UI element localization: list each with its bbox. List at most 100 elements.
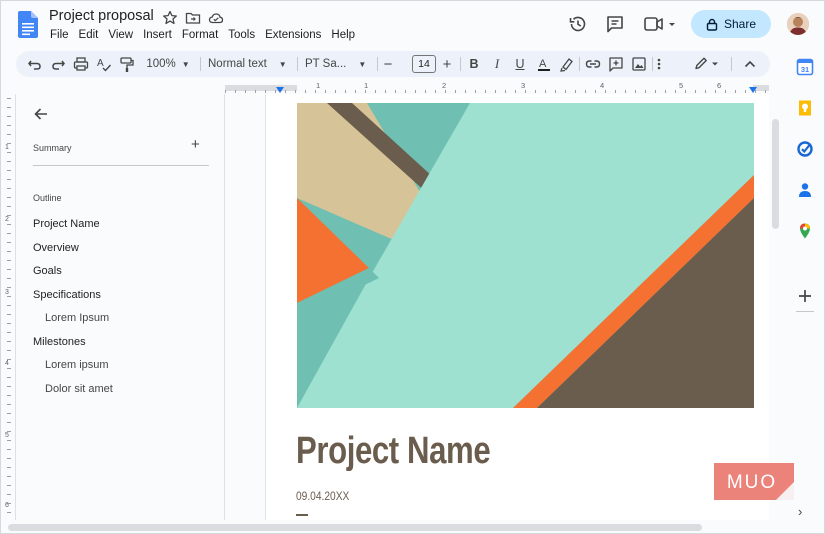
zoom-select[interactable]: 100% ▼ — [144, 51, 192, 77]
insert-link-icon[interactable] — [584, 51, 602, 77]
user-avatar[interactable] — [787, 13, 809, 35]
share-button[interactable]: Share — [691, 10, 771, 38]
ruler-tick — [7, 368, 11, 369]
ruler-number: 6 — [717, 81, 722, 90]
font-family-select[interactable]: PT Sa... ▼ — [305, 51, 371, 77]
paragraph-style-select[interactable]: Normal text ▼ — [208, 51, 290, 77]
spellcheck-icon[interactable]: A — [95, 51, 113, 77]
ruler-tick — [7, 206, 11, 207]
italic-button[interactable]: I — [489, 51, 505, 77]
calendar-icon[interactable]: 31 — [796, 58, 814, 76]
outline-item[interactable]: Overview — [17, 238, 225, 262]
comments-icon[interactable] — [604, 13, 626, 35]
maps-icon[interactable] — [796, 222, 814, 240]
back-arrow-icon[interactable] — [33, 106, 49, 122]
ruler-number: 3 — [5, 289, 9, 296]
ruler-tick — [425, 90, 426, 93]
menu-view[interactable]: View — [103, 28, 138, 46]
print-icon[interactable] — [72, 51, 90, 77]
left-indent-marker[interactable] — [276, 87, 284, 93]
paint-format-icon[interactable] — [118, 51, 136, 77]
document-title[interactable]: Project proposal — [49, 8, 154, 24]
menu-insert[interactable]: Insert — [138, 28, 177, 46]
version-history-icon[interactable] — [567, 13, 589, 35]
document-date[interactable]: 09.04.20XX — [296, 489, 349, 503]
ruler-number: 2 — [442, 81, 447, 90]
toolbar-divider — [731, 57, 732, 71]
ruler-tick — [365, 90, 366, 93]
horizontal-scrollbar[interactable] — [1, 520, 787, 533]
outline-item[interactable]: Lorem ipsum — [17, 355, 225, 379]
document-page[interactable]: Project Name 09.04.20XX — [266, 94, 769, 520]
chevron-right-icon[interactable]: › — [798, 504, 808, 519]
redo-icon[interactable] — [49, 51, 67, 77]
add-addon-icon[interactable] — [796, 287, 814, 305]
add-comment-icon[interactable] — [607, 51, 625, 77]
document-outline-panel: Summary + Outline Project Name Overview Go… — [17, 94, 225, 520]
ruler-tick — [395, 90, 396, 93]
outline-item[interactable]: Specifications — [17, 285, 225, 309]
right-indent-marker[interactable] — [749, 87, 757, 93]
horizontal-scrollbar-thumb[interactable] — [8, 524, 702, 531]
star-icon[interactable] — [162, 10, 178, 26]
tasks-icon[interactable] — [796, 140, 814, 158]
editing-mode-icon[interactable] — [692, 51, 722, 77]
menu-help[interactable]: Help — [326, 28, 360, 46]
contacts-icon[interactable] — [796, 181, 814, 199]
text-color-icon[interactable]: A — [535, 51, 553, 77]
ruler-tick — [7, 224, 11, 225]
highlight-color-icon[interactable] — [558, 51, 576, 77]
insert-image-icon[interactable] — [630, 51, 648, 77]
outline-list: Project Name Overview Goals Specifications L… — [17, 214, 225, 402]
menu-extensions[interactable]: Extensions — [260, 28, 326, 46]
menu-edit[interactable]: Edit — [74, 28, 104, 46]
decrease-font-size-button[interactable]: − — [381, 51, 395, 77]
ruler-number: 4 — [5, 360, 9, 367]
caret-down-icon: ▼ — [358, 59, 367, 69]
meet-video-icon[interactable] — [641, 13, 679, 35]
menu-format[interactable]: Format — [177, 28, 223, 46]
more-options-icon[interactable] — [652, 51, 666, 77]
document-canvas[interactable]: Project Name 09.04.20XX — [226, 94, 769, 520]
ruler-tick — [415, 90, 416, 93]
collapse-menus-icon[interactable] — [742, 51, 758, 77]
ruler-tick — [7, 134, 11, 135]
horizontal-ruler: 1 1 2 3 4 5 6 — [225, 80, 769, 94]
side-panel-divider — [796, 311, 814, 312]
menu-tools[interactable]: Tools — [223, 28, 260, 46]
ruler-tick — [7, 107, 11, 108]
outline-item[interactable]: Dolor sit amet — [17, 379, 225, 403]
ruler-tick — [285, 90, 286, 93]
underline-button[interactable]: U — [512, 51, 528, 77]
add-summary-button[interactable]: + — [191, 137, 203, 152]
outline-item[interactable]: Lorem Ipsum — [17, 308, 225, 332]
ruler-tick — [525, 90, 526, 93]
ruler-tick — [7, 494, 11, 495]
ruler-tick — [455, 90, 456, 93]
outline-item[interactable]: Goals — [17, 261, 225, 285]
bold-button[interactable]: B — [466, 51, 482, 77]
ruler-tick — [545, 90, 546, 93]
ruler-tick — [555, 90, 556, 93]
move-folder-icon[interactable] — [185, 10, 201, 26]
undo-icon[interactable] — [26, 51, 44, 77]
vertical-scrollbar-thumb[interactable] — [772, 119, 779, 229]
ruler-tick — [7, 314, 11, 315]
ruler-tick — [7, 197, 11, 198]
increase-font-size-button[interactable]: + — [440, 51, 454, 77]
outline-item[interactable]: Project Name — [17, 214, 225, 238]
outline-item[interactable]: Milestones — [17, 332, 225, 356]
ruler-tick — [7, 341, 11, 342]
ruler-tick — [7, 449, 11, 450]
docs-logo-icon[interactable] — [18, 11, 38, 38]
ruler-tick — [7, 323, 11, 324]
keep-icon[interactable] — [796, 99, 814, 117]
ruler-tick — [435, 90, 436, 93]
font-size-input[interactable]: 14 — [412, 55, 436, 73]
ruler-number: 1 — [5, 144, 9, 151]
cloud-saved-icon[interactable] — [208, 10, 224, 26]
ruler-tick — [7, 287, 11, 288]
menu-file[interactable]: File — [45, 28, 74, 46]
hero-abstract-image[interactable] — [297, 103, 754, 408]
document-heading[interactable]: Project Name — [296, 430, 491, 473]
